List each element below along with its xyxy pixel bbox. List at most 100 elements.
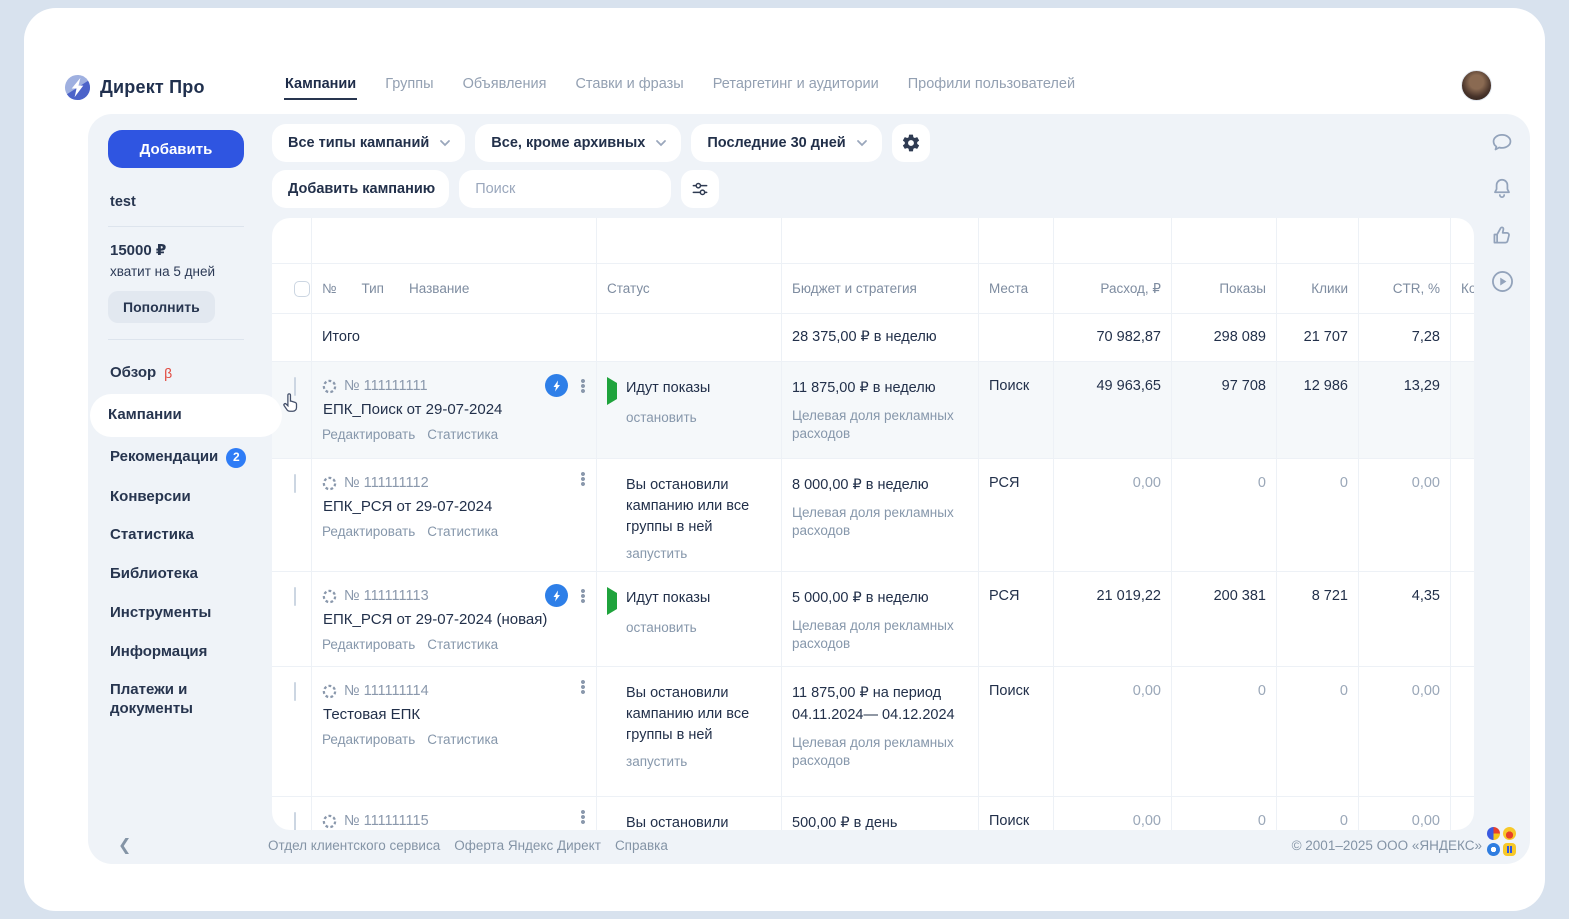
col-conversions[interactable]: Конверсии (1461, 281, 1474, 296)
edit-link[interactable]: Редактировать (322, 732, 415, 747)
col-budget[interactable]: Бюджет и стратегия (792, 281, 917, 296)
search-input[interactable] (459, 170, 671, 208)
sidebar-item-payments[interactable]: Платежи и документы (108, 671, 264, 729)
thumbs-up-icon[interactable] (1489, 222, 1515, 248)
row-checkbox[interactable] (294, 474, 296, 493)
table-empty-strip (272, 218, 1474, 264)
campaign-row: № 111111115 ••• Вы остановили кампанию и… (272, 797, 1474, 830)
collapse-sidebar-button[interactable]: ❮ (118, 835, 138, 855)
campaign-type-icon (322, 476, 337, 491)
logo[interactable]: Директ Про (64, 60, 240, 101)
row-checkbox[interactable] (294, 587, 296, 606)
panel-footer: ❮ Отдел клиентского сервиса Оферта Яндек… (88, 830, 1530, 864)
strategy-label: Целевая доля рекламных расходов (792, 734, 968, 770)
campaign-type-filter[interactable]: Все типы кампаний (272, 124, 465, 162)
sidebar-item-conversions[interactable]: Конверсии (108, 478, 264, 517)
add-campaign-button[interactable]: Добавить кампанию (272, 170, 449, 208)
boost-badge[interactable] (545, 374, 568, 397)
add-button[interactable]: Добавить (108, 130, 244, 168)
statistics-link[interactable]: Статистика (427, 637, 498, 652)
campaign-name[interactable]: ЕПК_Поиск от 29-07-2024 (323, 401, 586, 418)
row-menu-button[interactable]: ••• (576, 471, 590, 487)
running-icon (607, 377, 617, 405)
offer-link[interactable]: Оферта Яндекс Директ (454, 838, 601, 853)
start-action-link[interactable]: запустить (626, 546, 771, 561)
row-checkbox[interactable] (294, 682, 296, 701)
statistics-link[interactable]: Статистика (427, 524, 498, 539)
tab-bids-phrases[interactable]: Ставки и фразы (574, 60, 684, 100)
row-checkbox[interactable] (294, 812, 296, 830)
running-icon (607, 587, 617, 615)
lightning-icon (551, 590, 563, 602)
campaign-row: № 111111111 ЕПК_Поиск от 29-07-2024 Реда… (272, 362, 1474, 459)
sidebar-item-information[interactable]: Информация (108, 633, 264, 672)
advanced-filters-button[interactable] (681, 170, 719, 208)
sidebar-nav: Обзор β Кампании Рекомендации 2 Конверси… (108, 354, 264, 729)
sidebar-item-overview[interactable]: Обзор β (108, 354, 264, 393)
row-menu-button[interactable]: ••• (576, 378, 590, 394)
topup-button[interactable]: Пополнить (108, 291, 215, 323)
action-bar: Добавить кампанию (272, 170, 1474, 208)
edit-link[interactable]: Редактировать (322, 524, 415, 539)
user-avatar[interactable] (1461, 70, 1492, 101)
strategy-label: Целевая доля рекламных расходов (792, 617, 968, 653)
sidebar-item-campaigns[interactable]: Кампании (90, 394, 282, 437)
budget-value: 500,00 ₽ в день (792, 813, 968, 830)
row-menu-button[interactable]: ••• (576, 809, 590, 825)
stop-action-link[interactable]: остановить (626, 620, 771, 635)
edit-link[interactable]: Редактировать (322, 427, 415, 442)
campaign-type-icon (322, 814, 337, 829)
campaign-number: № 111111111 (344, 378, 428, 394)
totals-row: Итого 28 375,00 ₽ в неделю 70 982,87 298… (272, 314, 1474, 362)
yandex-service-icon (1503, 843, 1516, 856)
boost-badge[interactable] (545, 584, 568, 607)
row-menu-button[interactable]: ••• (576, 588, 590, 604)
sidebar-item-library[interactable]: Библиотека (108, 555, 264, 594)
col-places[interactable]: Места (989, 281, 1028, 296)
account-name[interactable]: test (110, 194, 264, 210)
chat-icon[interactable] (1489, 130, 1515, 156)
play-circle-icon[interactable] (1489, 268, 1516, 295)
statistics-link[interactable]: Статистика (427, 427, 498, 442)
start-action-link[interactable]: запустить (626, 754, 771, 769)
sidebar: Добавить test 15000 ₽ хватит на 5 дней П… (88, 114, 264, 830)
budget-value: 11 875,00 ₽ в неделю (792, 378, 968, 400)
campaign-name[interactable]: ЕПК_РСЯ от 29-07-2024 (новая) (323, 611, 586, 628)
tab-retargeting[interactable]: Ретаргетинг и аудитории (712, 60, 880, 100)
status-text: Вы остановили кампанию или все группы в … (626, 813, 771, 830)
sidebar-item-recommendations[interactable]: Рекомендации 2 (108, 438, 264, 478)
col-clicks[interactable]: Клики (1311, 281, 1348, 296)
tab-groups[interactable]: Группы (384, 60, 434, 100)
col-type[interactable]: Тип (361, 281, 384, 296)
bell-icon[interactable] (1489, 176, 1515, 202)
direct-pro-logo-icon (64, 74, 91, 101)
client-service-link[interactable]: Отдел клиентского сервиса (268, 838, 440, 853)
archive-state-filter[interactable]: Все, кроме архивных (475, 124, 681, 162)
help-link[interactable]: Справка (615, 838, 668, 853)
col-ctr[interactable]: CTR, % (1393, 281, 1440, 296)
strategy-label: Целевая доля рекламных расходов (792, 504, 968, 540)
edit-link[interactable]: Редактировать (322, 637, 415, 652)
tab-campaigns[interactable]: Кампании (284, 60, 357, 100)
strategy-label: Целевая доля рекламных расходов (792, 407, 968, 443)
budget-value: 8 000,00 ₽ в неделю (792, 475, 968, 497)
row-menu-button[interactable]: ••• (576, 679, 590, 695)
select-all-checkbox[interactable] (294, 281, 310, 297)
date-range-filter[interactable]: Последние 30 дней (691, 124, 881, 162)
col-status[interactable]: Статус (607, 281, 650, 296)
col-impressions[interactable]: Показы (1219, 281, 1266, 296)
tab-ads[interactable]: Объявления (462, 60, 548, 100)
campaign-name[interactable]: ЕПК_РСЯ от 29-07-2024 (323, 498, 586, 515)
col-cost[interactable]: Расход, ₽ (1100, 281, 1161, 297)
sidebar-item-tools[interactable]: Инструменты (108, 594, 264, 633)
col-number[interactable]: № (322, 281, 336, 296)
table-settings-button[interactable] (892, 124, 930, 162)
status-text: Идут показы (626, 378, 710, 402)
col-name[interactable]: Название (409, 281, 469, 296)
sidebar-item-statistics[interactable]: Статистика (108, 516, 264, 555)
campaign-name[interactable]: Тестовая ЕПК (323, 706, 586, 723)
statistics-link[interactable]: Статистика (427, 732, 498, 747)
tab-user-profiles[interactable]: Профили пользователей (907, 60, 1076, 100)
stop-action-link[interactable]: остановить (626, 410, 771, 425)
campaign-type-icon (322, 589, 337, 604)
